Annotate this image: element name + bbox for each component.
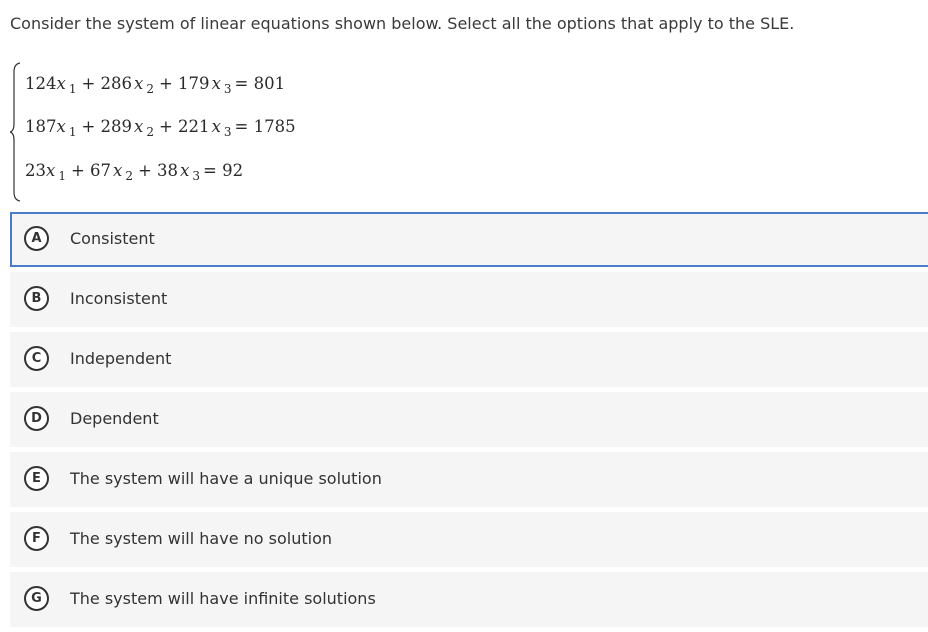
equation-2: 187x 1 + 289 x 2 + 221 x 3 = 1785 <box>25 117 296 139</box>
variable: x <box>56 74 66 93</box>
option-letter-badge: B <box>24 286 49 311</box>
option-e[interactable]: E The system will have a unique solution <box>10 452 928 507</box>
right-hand-side: = 1785 <box>234 117 296 136</box>
coefficient: + 38 <box>137 161 179 180</box>
variable: x <box>211 117 221 136</box>
variable: x <box>134 117 144 136</box>
subscript: 2 <box>125 169 133 183</box>
coefficient: + 289 <box>81 117 133 136</box>
right-hand-side: = 92 <box>203 161 244 180</box>
coefficient: 124 <box>25 74 57 93</box>
answer-options: A Consistent B Inconsistent C Independen… <box>10 212 928 632</box>
option-g[interactable]: G The system will have infinite solution… <box>10 572 928 627</box>
coefficient: + 179 <box>158 74 210 93</box>
option-label: Consistent <box>70 229 155 248</box>
option-b[interactable]: B Inconsistent <box>10 272 928 327</box>
equation-3: 23x 1 + 67 x 2 + 38 x 3 = 92 <box>25 161 244 183</box>
option-label: The system will have no solution <box>70 529 332 548</box>
option-letter-badge: C <box>24 346 49 371</box>
option-label: Inconsistent <box>70 289 168 308</box>
question-text: Consider the system of linear equations … <box>10 14 795 33</box>
coefficient: + 67 <box>70 161 112 180</box>
subscript: 2 <box>146 82 154 96</box>
variable: x <box>134 74 144 93</box>
option-label: Independent <box>70 349 172 368</box>
coefficient: + 221 <box>158 117 210 136</box>
coefficient: 23 <box>25 161 46 180</box>
variable: x <box>46 161 56 180</box>
left-brace <box>10 62 21 202</box>
option-letter-badge: G <box>24 586 49 611</box>
equation-1: 124x 1 + 286 x 2 + 179 x 3 = 801 <box>25 74 286 96</box>
subscript: 3 <box>223 125 232 139</box>
subscript: 3 <box>192 169 201 183</box>
option-label: The system will have infinite solutions <box>70 589 376 608</box>
coefficient: 187 <box>25 117 57 136</box>
right-hand-side: = 801 <box>234 74 286 93</box>
subscript: 1 <box>68 125 77 139</box>
variable: x <box>180 161 190 180</box>
option-c[interactable]: C Independent <box>10 332 928 387</box>
option-letter-badge: A <box>24 226 49 251</box>
equation-system: 124x 1 + 286 x 2 + 179 x 3 = 801 187x 1 + 289 x 2 + 2… <box>10 62 310 202</box>
option-label: Dependent <box>70 409 159 428</box>
option-d[interactable]: D Dependent <box>10 392 928 447</box>
variable: x <box>113 161 123 180</box>
subscript: 3 <box>223 82 232 96</box>
option-letter-badge: D <box>24 406 49 431</box>
subscript: 1 <box>58 169 66 183</box>
variable: x <box>211 74 221 93</box>
option-a[interactable]: A Consistent <box>10 212 928 267</box>
variable: x <box>56 117 66 136</box>
option-label: The system will have a unique solution <box>70 469 382 488</box>
option-f[interactable]: F The system will have no solution <box>10 512 928 567</box>
subscript: 1 <box>68 82 77 96</box>
coefficient: + 286 <box>81 74 133 93</box>
option-letter-badge: E <box>24 466 49 491</box>
option-letter-badge: F <box>24 526 49 551</box>
subscript: 2 <box>146 125 154 139</box>
